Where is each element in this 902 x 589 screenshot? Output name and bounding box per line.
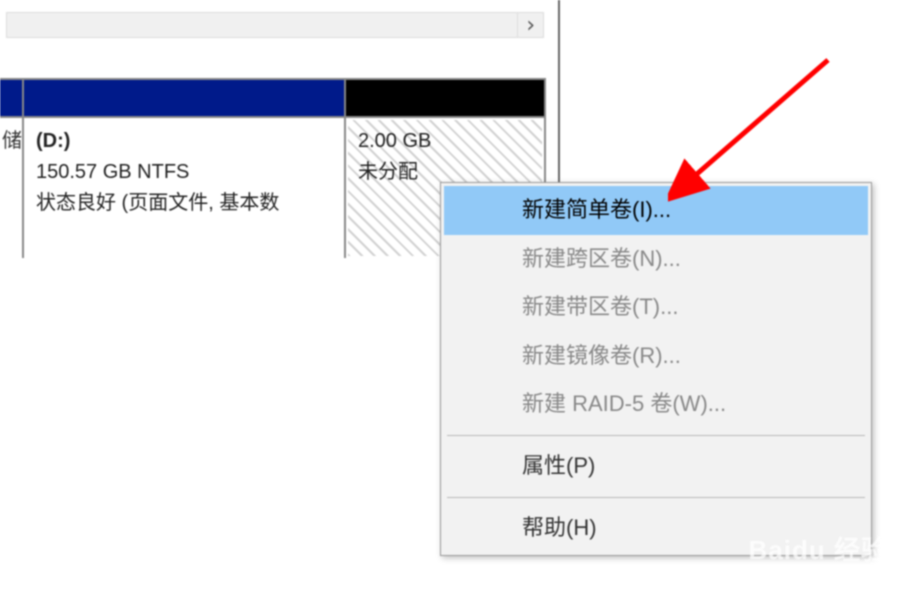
menu-new-striped-volume: 新建带区卷(T)...: [444, 283, 868, 332]
volume-size: 2.00 GB: [358, 126, 532, 157]
volume-header: [0, 80, 22, 118]
menu-help[interactable]: 帮助(H): [444, 504, 868, 553]
scroll-right-button[interactable]: ›: [517, 13, 543, 37]
volume-size: 150.57 GB NTFS: [36, 157, 332, 188]
menu-new-raid5-volume: 新建 RAID-5 卷(W)...: [444, 380, 868, 429]
menu-separator: [447, 435, 865, 436]
volume-partial-left[interactable]: 储: [0, 78, 24, 258]
watermark-url: jingyan.baidu.com: [749, 565, 888, 581]
menu-properties[interactable]: 属性(P): [444, 442, 868, 491]
menu-separator: [447, 497, 865, 498]
volume-header: [24, 80, 344, 118]
volume-status: 状态良好 (页面文件, 基本数: [36, 188, 332, 219]
volume-label: (D:): [36, 126, 332, 157]
context-menu: 新建简单卷(I)... 新建跨区卷(N)... 新建带区卷(T)... 新建镜像…: [440, 182, 872, 556]
menu-new-simple-volume[interactable]: 新建简单卷(I)...: [444, 186, 868, 235]
volume-body: (D:) 150.57 GB NTFS 状态良好 (页面文件, 基本数: [24, 118, 344, 258]
menu-new-mirrored-volume: 新建镜像卷(R)...: [444, 332, 868, 381]
volume-d[interactable]: (D:) 150.57 GB NTFS 状态良好 (页面文件, 基本数: [24, 78, 346, 258]
menu-new-spanned-volume: 新建跨区卷(N)...: [444, 235, 868, 284]
volume-header: [346, 80, 544, 118]
horizontal-scrollbar[interactable]: ›: [6, 12, 544, 38]
volume-status: 储: [0, 118, 22, 258]
